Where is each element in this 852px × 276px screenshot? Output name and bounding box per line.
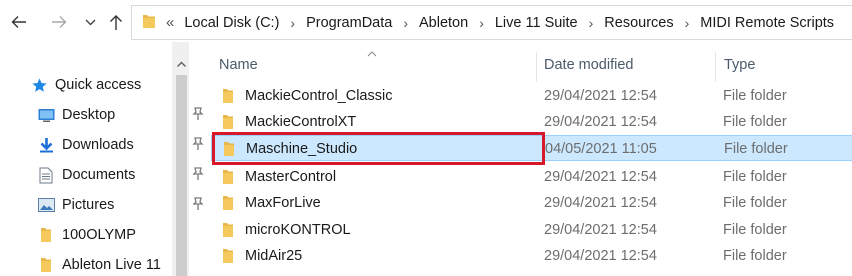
- breadcrumb-separator[interactable]: ›: [290, 15, 295, 31]
- sidebar-item-quick-access[interactable]: Quick access: [30, 72, 141, 98]
- breadcrumb-programdata[interactable]: ProgramData: [306, 15, 392, 31]
- file-date: 29/04/2021 12:54: [544, 114, 657, 130]
- breadcrumb-ableton[interactable]: Ableton: [419, 15, 468, 31]
- file-type: File folder: [723, 169, 787, 185]
- list-item[interactable]: MackieControlXT 29/04/2021 12:54 File fo…: [211, 109, 852, 135]
- file-type: File folder: [723, 222, 787, 238]
- star-icon: [30, 76, 48, 94]
- file-date: 04/05/2021 11:05: [545, 141, 657, 157]
- arrow-left-icon: [11, 16, 26, 28]
- breadcrumb-separator[interactable]: ›: [685, 15, 690, 31]
- pin-icon[interactable]: [192, 167, 204, 184]
- chevron-down-icon: [85, 19, 95, 25]
- column-header-date-modified[interactable]: Date modified: [544, 57, 714, 77]
- sidebar-scrollbar[interactable]: [172, 42, 189, 276]
- folder-icon: [222, 248, 234, 267]
- column-header-type[interactable]: Type: [724, 57, 844, 77]
- pin-icon[interactable]: [192, 107, 204, 124]
- column-header-name[interactable]: Name: [219, 57, 539, 77]
- sidebar-item-downloads[interactable]: Downloads: [37, 132, 204, 158]
- address-bar[interactable]: « Local Disk (C:) › ProgramData › Ableto…: [131, 5, 852, 40]
- list-item[interactable]: MasterControl 29/04/2021 12:54 File fold…: [211, 164, 852, 190]
- file-name: microKONTROL: [245, 222, 351, 238]
- file-name: MidAir25: [245, 248, 303, 264]
- sidebar-item-100olymp[interactable]: 100OLYMP: [37, 222, 136, 248]
- breadcrumb-local-disk[interactable]: Local Disk (C:): [184, 15, 279, 31]
- desktop-icon: [37, 106, 55, 124]
- list-item[interactable]: MidAir25 29/04/2021 12:54 File folder: [211, 243, 852, 269]
- list-item[interactable]: MackieControl_Classic 29/04/2021 12:54 F…: [211, 83, 852, 109]
- file-type: File folder: [724, 141, 788, 157]
- sidebar-item-ableton-live-11[interactable]: Ableton Live 11: [37, 252, 161, 276]
- pictures-icon: [37, 196, 55, 214]
- sidebar-item-label: Quick access: [55, 77, 142, 93]
- arrow-up-icon: [110, 14, 122, 30]
- file-date: 29/04/2021 12:54: [544, 195, 657, 211]
- file-name: MasterControl: [245, 169, 337, 185]
- file-date: 29/04/2021 12:54: [544, 222, 657, 238]
- sidebar-item-label: 100OLYMP: [62, 227, 136, 243]
- scroll-up-icon[interactable]: [177, 54, 186, 70]
- sidebar-item-documents[interactable]: Documents: [37, 162, 204, 188]
- breadcrumb-midi-remote-scripts[interactable]: MIDI Remote Scripts: [700, 15, 834, 31]
- pin-icon[interactable]: [192, 137, 204, 154]
- folder-icon: [37, 256, 55, 274]
- file-type: File folder: [723, 195, 787, 211]
- pin-icon[interactable]: [192, 197, 204, 214]
- forward-button[interactable]: [48, 10, 70, 34]
- file-name: MaxForLive: [245, 195, 321, 211]
- recent-locations-button[interactable]: [82, 10, 98, 34]
- file-name: MackieControlXT: [245, 114, 357, 130]
- folder-icon: [37, 226, 55, 244]
- list-item[interactable]: MaxForLive 29/04/2021 12:54 File folder: [211, 190, 852, 216]
- sidebar-item-pictures[interactable]: Pictures: [37, 192, 204, 218]
- sidebar-item-label: Documents: [62, 167, 136, 183]
- column-divider[interactable]: [715, 52, 716, 82]
- file-type: File folder: [723, 114, 787, 130]
- file-date: 29/04/2021 12:54: [544, 248, 657, 264]
- documents-icon: [37, 166, 55, 184]
- folder-icon: [222, 88, 234, 107]
- back-button[interactable]: [8, 10, 30, 34]
- breadcrumb-separator[interactable]: ›: [479, 15, 484, 31]
- sidebar-item-label: Downloads: [62, 137, 134, 153]
- up-button[interactable]: [106, 10, 126, 34]
- breadcrumb-separator[interactable]: ›: [589, 15, 594, 31]
- breadcrumb-resources[interactable]: Resources: [604, 15, 673, 31]
- list-item-selected[interactable]: Maschine_Studio 04/05/2021 11:05 File fo…: [211, 135, 852, 161]
- file-type: File folder: [723, 248, 787, 264]
- sidebar-item-label: Ableton Live 11: [62, 257, 161, 273]
- sidebar-item-desktop[interactable]: Desktop: [37, 102, 204, 128]
- download-icon: [37, 136, 55, 154]
- scrollbar-thumb[interactable]: [176, 75, 187, 276]
- file-name: MackieControl_Classic: [245, 88, 393, 104]
- file-name: Maschine_Studio: [246, 141, 358, 157]
- column-divider[interactable]: [536, 52, 537, 82]
- folder-icon: [222, 114, 234, 133]
- file-date: 29/04/2021 12:54: [544, 169, 657, 185]
- file-explorer-window: « Local Disk (C:) › ProgramData › Ableto…: [0, 0, 852, 276]
- file-date: 29/04/2021 12:54: [544, 88, 657, 104]
- breadcrumb-overflow[interactable]: «: [166, 14, 174, 31]
- folder-icon: [223, 141, 235, 160]
- folder-icon: [222, 222, 234, 241]
- sidebar-item-label: Desktop: [62, 107, 116, 123]
- folder-icon: [222, 195, 234, 214]
- file-type: File folder: [723, 88, 787, 104]
- breadcrumb-live-11-suite[interactable]: Live 11 Suite: [495, 15, 578, 31]
- breadcrumb-separator[interactable]: ›: [403, 15, 408, 31]
- sidebar-item-label: Pictures: [62, 197, 115, 213]
- folder-icon: [142, 13, 156, 32]
- list-item[interactable]: microKONTROL 29/04/2021 12:54 File folde…: [211, 217, 852, 243]
- arrow-right-icon: [52, 16, 67, 28]
- folder-icon: [222, 169, 234, 188]
